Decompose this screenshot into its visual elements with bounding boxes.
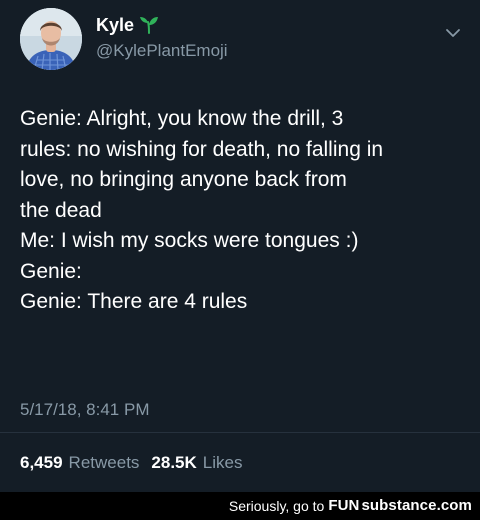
brand-fun: FUN [328, 497, 360, 514]
user-handle[interactable]: @KylePlantEmoji [96, 40, 228, 62]
tweet-text: Genie: Alright, you know the drill, 3 ru… [20, 104, 440, 318]
retweets-label: Retweets [68, 453, 140, 472]
avatar-photo [20, 8, 82, 70]
display-name[interactable]: Kyle [96, 13, 134, 37]
tweet-line: rules: no wishing for death, no falling … [20, 137, 384, 161]
tweet-line: Genie: Alright, you know the drill, 3 [20, 107, 344, 130]
site-footer-bar: Seriously, go to FUN substance .com [0, 492, 480, 520]
tweet-card: Kyle @KylePlantEmoji Genie: Alright, you… [0, 0, 480, 492]
tweet-stats: 6,459 Retweets 28.5K Likes [20, 452, 242, 474]
tweet-line: Genie: There are 4 rules [20, 290, 248, 313]
brand-logo[interactable]: FUN substance .com [328, 492, 472, 520]
retweets-stat[interactable]: 6,459 Retweets [20, 452, 139, 474]
tweet-timestamp[interactable]: 5/17/18, 8:41 PM [20, 399, 149, 421]
likes-stat[interactable]: 28.5K Likes [151, 452, 242, 474]
user-info: Kyle @KylePlantEmoji [96, 13, 228, 62]
retweets-count: 6,459 [20, 453, 63, 472]
display-name-row: Kyle [96, 13, 228, 37]
divider [0, 432, 480, 433]
footer-text: Seriously, go to [228, 498, 325, 514]
tweet-line: the dead [20, 198, 102, 222]
avatar[interactable] [20, 8, 82, 70]
tweet-line: Genie: [20, 259, 82, 283]
seedling-icon [138, 15, 160, 35]
tweet-line: Me: I wish my socks were tongues :) [20, 229, 359, 252]
tweet-line: love, no bringing anyone back from [20, 168, 347, 191]
likes-label: Likes [202, 453, 243, 472]
likes-count: 28.5K [151, 453, 197, 472]
brand-substance: substance [361, 497, 437, 514]
chevron-down-icon[interactable] [442, 24, 464, 42]
brand-dotcom: .com [436, 497, 472, 514]
